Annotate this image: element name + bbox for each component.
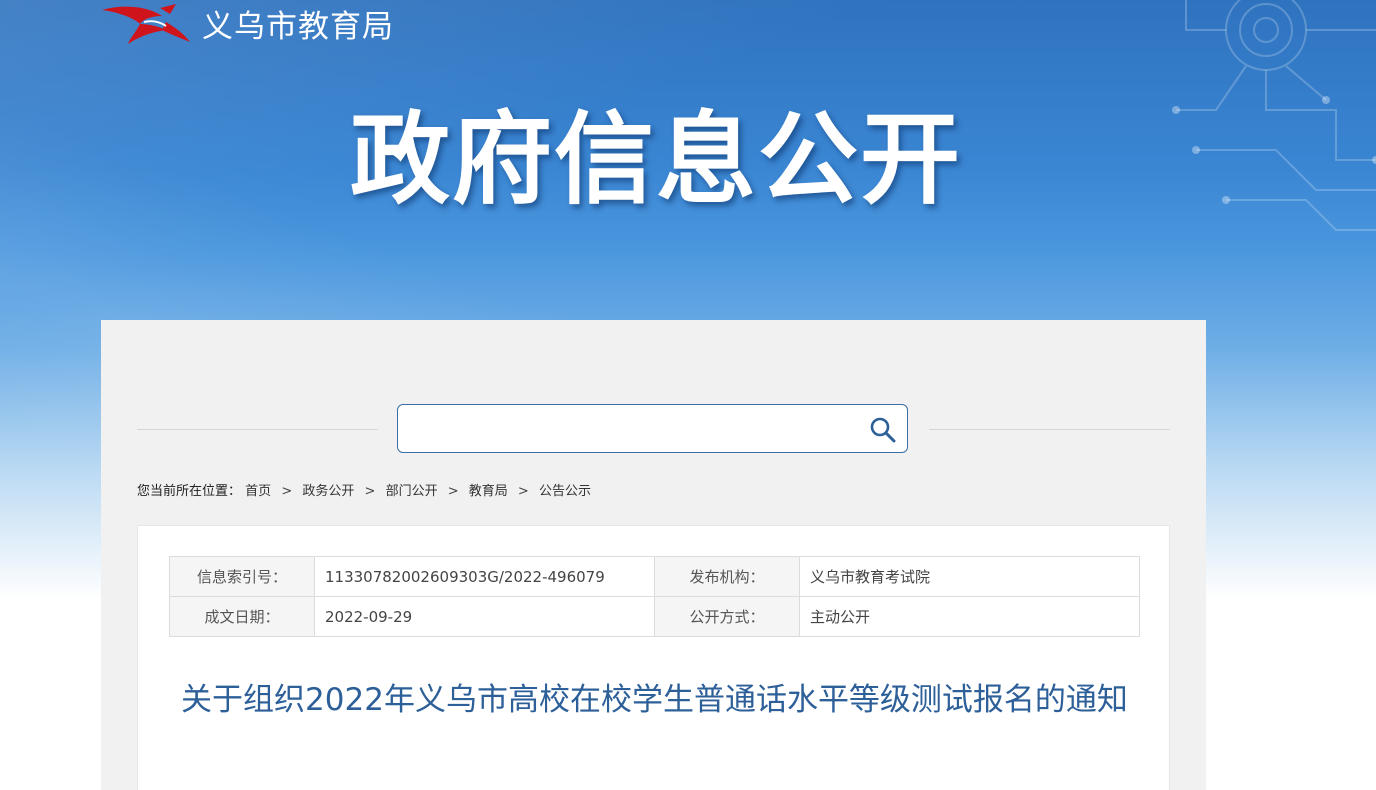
document-meta-table: 信息索引号： 11330782002609303G/2022-496079 发布… (169, 556, 1140, 637)
breadcrumb-announcements[interactable]: 公告公示 (539, 484, 591, 499)
breadcrumb-separator: > (447, 484, 459, 499)
table-row: 成文日期： 2022-09-29 公开方式： 主动公开 (169, 596, 1140, 637)
table-row: 信息索引号： 11330782002609303G/2022-496079 发布… (169, 556, 1140, 597)
date-label: 成文日期： (169, 596, 315, 637)
divider-right (929, 429, 1170, 430)
banner-title: 政府信息公开 (350, 101, 962, 218)
publisher-label: 发布机构： (654, 556, 800, 597)
breadcrumb-gov-affairs[interactable]: 政务公开 (302, 484, 354, 499)
breadcrumb-department[interactable]: 部门公开 (386, 484, 438, 499)
article-content: 信息索引号： 11330782002609303G/2022-496079 发布… (137, 525, 1170, 790)
index-value: 11330782002609303G/2022-496079 (314, 556, 655, 597)
breadcrumb-separator: > (281, 484, 293, 499)
search-box (397, 404, 908, 453)
site-name: 义乌市教育局 (202, 8, 394, 45)
publisher-value: 义乌市教育考试院 (799, 556, 1140, 597)
divider-left (137, 429, 378, 430)
breadcrumb-separator: > (517, 484, 529, 499)
main-panel: 您当前所在位置： 首页 > 政务公开 > 部门公开 > 教育局 > 公告公示 信… (101, 320, 1206, 790)
breadcrumb: 您当前所在位置： 首页 > 政务公开 > 部门公开 > 教育局 > 公告公示 (137, 480, 591, 499)
breadcrumb-home[interactable]: 首页 (245, 484, 271, 499)
document-title: 关于组织2022年义乌市高校在校学生普通话水平等级测试报名的通知 (181, 682, 1128, 718)
search-icon[interactable] (869, 416, 897, 444)
circuit-decoration-icon (1172, 0, 1376, 231)
site-logo[interactable]: 义乌市教育局 (100, 2, 394, 45)
date-value: 2022-09-29 (314, 596, 655, 637)
index-label: 信息索引号： (169, 556, 315, 597)
breadcrumb-label: 您当前所在位置： (137, 484, 242, 499)
breadcrumb-separator: > (364, 484, 376, 499)
mode-label: 公开方式： (654, 596, 800, 637)
search-input[interactable] (408, 413, 862, 446)
mode-value: 主动公开 (799, 596, 1140, 637)
swallow-logo-icon (102, 4, 190, 44)
breadcrumb-education-bureau[interactable]: 教育局 (469, 484, 508, 499)
